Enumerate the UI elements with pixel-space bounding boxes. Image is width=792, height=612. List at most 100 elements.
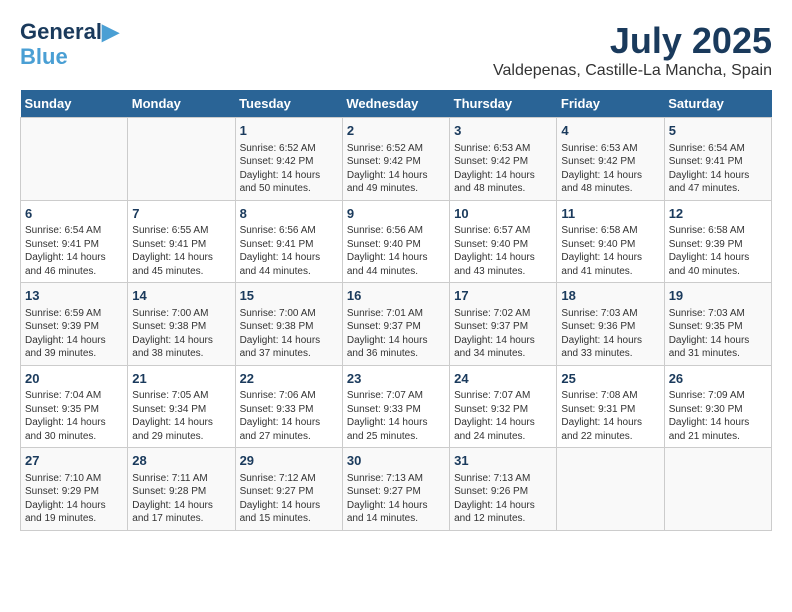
day-detail: Sunrise: 6:54 AM Sunset: 9:41 PM Dayligh… — [25, 224, 123, 278]
day-detail: Sunrise: 7:08 AM Sunset: 9:31 PM Dayligh… — [561, 389, 659, 443]
day-detail: Sunrise: 6:53 AM Sunset: 9:42 PM Dayligh… — [561, 142, 659, 196]
calendar-cell: 17 Sunrise: 7:02 AM Sunset: 9:37 PM Dayli… — [450, 283, 557, 366]
day-number: 29 — [240, 452, 338, 470]
col-header-sunday: Sunday — [21, 90, 128, 118]
calendar-cell: 4 Sunrise: 6:53 AM Sunset: 9:42 PM Daylig… — [557, 118, 664, 201]
calendar-cell: 19 Sunrise: 7:03 AM Sunset: 9:35 PM Dayli… — [664, 283, 771, 366]
day-number: 17 — [454, 287, 552, 305]
calendar-cell: 5 Sunrise: 6:54 AM Sunset: 9:41 PM Daylig… — [664, 118, 771, 201]
calendar-cell: 10Sunrise: 6:57 AM Sunset: 9:40 PM Dayli… — [450, 200, 557, 283]
calendar-cell: 29 Sunrise: 7:12 AM Sunset: 9:27 PM Dayli… — [235, 448, 342, 531]
day-number: 1 — [240, 122, 338, 140]
day-number: 20 — [25, 370, 123, 388]
day-detail: Sunrise: 7:03 AM Sunset: 9:35 PM Dayligh… — [669, 307, 767, 361]
day-detail: Sunrise: 7:11 AM Sunset: 9:28 PM Dayligh… — [132, 472, 230, 526]
calendar-cell: 27 Sunrise: 7:10 AM Sunset: 9:29 PM Dayli… — [21, 448, 128, 531]
day-number: 5 — [669, 122, 767, 140]
day-detail: Sunrise: 7:12 AM Sunset: 9:27 PM Dayligh… — [240, 472, 338, 526]
day-detail: Sunrise: 6:53 AM Sunset: 9:42 PM Dayligh… — [454, 142, 552, 196]
day-detail: Sunrise: 7:07 AM Sunset: 9:32 PM Dayligh… — [454, 389, 552, 443]
column-headers: SundayMondayTuesdayWednesdayThursdayFrid… — [21, 90, 772, 118]
day-detail: Sunrise: 7:10 AM Sunset: 9:29 PM Dayligh… — [25, 472, 123, 526]
day-number: 26 — [669, 370, 767, 388]
calendar-cell: 8Sunrise: 6:56 AM Sunset: 9:41 PM Daylig… — [235, 200, 342, 283]
week-row-1: 1 Sunrise: 6:52 AM Sunset: 9:42 PM Daylig… — [21, 118, 772, 201]
calendar-cell: 14Sunrise: 7:00 AM Sunset: 9:38 PM Dayli… — [128, 283, 235, 366]
calendar-cell: 20Sunrise: 7:04 AM Sunset: 9:35 PM Dayli… — [21, 365, 128, 448]
day-number: 24 — [454, 370, 552, 388]
day-number: 4 — [561, 122, 659, 140]
col-header-wednesday: Wednesday — [342, 90, 449, 118]
calendar-cell: 13Sunrise: 6:59 AM Sunset: 9:39 PM Dayli… — [21, 283, 128, 366]
calendar-cell: 31 Sunrise: 7:13 AM Sunset: 9:26 PM Dayli… — [450, 448, 557, 531]
day-detail: Sunrise: 7:04 AM Sunset: 9:35 PM Dayligh… — [25, 389, 123, 443]
day-detail: Sunrise: 7:06 AM Sunset: 9:33 PM Dayligh… — [240, 389, 338, 443]
day-detail: Sunrise: 6:55 AM Sunset: 9:41 PM Dayligh… — [132, 224, 230, 278]
col-header-saturday: Saturday — [664, 90, 771, 118]
calendar-cell: 26Sunrise: 7:09 AM Sunset: 9:30 PM Dayli… — [664, 365, 771, 448]
day-detail: Sunrise: 6:56 AM Sunset: 9:40 PM Dayligh… — [347, 224, 445, 278]
calendar-cell: 11Sunrise: 6:58 AM Sunset: 9:40 PM Dayli… — [557, 200, 664, 283]
day-number: 7 — [132, 205, 230, 223]
day-detail: Sunrise: 7:05 AM Sunset: 9:34 PM Dayligh… — [132, 389, 230, 443]
day-number: 9 — [347, 205, 445, 223]
day-detail: Sunrise: 6:58 AM Sunset: 9:40 PM Dayligh… — [561, 224, 659, 278]
calendar-cell: 12Sunrise: 6:58 AM Sunset: 9:39 PM Dayli… — [664, 200, 771, 283]
logo-text: General▶ — [20, 20, 119, 44]
day-detail: Sunrise: 6:56 AM Sunset: 9:41 PM Dayligh… — [240, 224, 338, 278]
calendar-table: SundayMondayTuesdayWednesdayThursdayFrid… — [20, 90, 772, 531]
calendar-cell: 30Sunrise: 7:13 AM Sunset: 9:27 PM Dayli… — [342, 448, 449, 531]
day-number: 14 — [132, 287, 230, 305]
day-detail: Sunrise: 7:03 AM Sunset: 9:36 PM Dayligh… — [561, 307, 659, 361]
calendar-cell: 21Sunrise: 7:05 AM Sunset: 9:34 PM Dayli… — [128, 365, 235, 448]
day-number: 6 — [25, 205, 123, 223]
logo: General▶ Blue — [20, 20, 119, 70]
calendar-cell: 6Sunrise: 6:54 AM Sunset: 9:41 PM Daylig… — [21, 200, 128, 283]
week-row-4: 20Sunrise: 7:04 AM Sunset: 9:35 PM Dayli… — [21, 365, 772, 448]
day-detail: Sunrise: 7:00 AM Sunset: 9:38 PM Dayligh… — [240, 307, 338, 361]
day-number: 12 — [669, 205, 767, 223]
calendar-cell: 16Sunrise: 7:01 AM Sunset: 9:37 PM Dayli… — [342, 283, 449, 366]
day-detail: Sunrise: 6:59 AM Sunset: 9:39 PM Dayligh… — [25, 307, 123, 361]
calendar-cell: 1 Sunrise: 6:52 AM Sunset: 9:42 PM Daylig… — [235, 118, 342, 201]
day-detail: Sunrise: 7:09 AM Sunset: 9:30 PM Dayligh… — [669, 389, 767, 443]
calendar-cell — [128, 118, 235, 201]
day-number: 21 — [132, 370, 230, 388]
calendar-cell: 7Sunrise: 6:55 AM Sunset: 9:41 PM Daylig… — [128, 200, 235, 283]
calendar-cell: 18Sunrise: 7:03 AM Sunset: 9:36 PM Dayli… — [557, 283, 664, 366]
col-header-tuesday: Tuesday — [235, 90, 342, 118]
calendar-cell: 2 Sunrise: 6:52 AM Sunset: 9:42 PM Daylig… — [342, 118, 449, 201]
day-number: 27 — [25, 452, 123, 470]
calendar-cell — [557, 448, 664, 531]
calendar-cell: 9Sunrise: 6:56 AM Sunset: 9:40 PM Daylig… — [342, 200, 449, 283]
main-title: July 2025 — [493, 20, 772, 62]
calendar-cell: 15Sunrise: 7:00 AM Sunset: 9:38 PM Dayli… — [235, 283, 342, 366]
calendar-body: 1 Sunrise: 6:52 AM Sunset: 9:42 PM Daylig… — [21, 118, 772, 531]
title-block: July 2025 Valdepenas, Castille-La Mancha… — [493, 20, 772, 80]
calendar-cell: 22Sunrise: 7:06 AM Sunset: 9:33 PM Dayli… — [235, 365, 342, 448]
day-number: 8 — [240, 205, 338, 223]
day-detail: Sunrise: 6:54 AM Sunset: 9:41 PM Dayligh… — [669, 142, 767, 196]
week-row-5: 27 Sunrise: 7:10 AM Sunset: 9:29 PM Dayli… — [21, 448, 772, 531]
calendar-cell — [664, 448, 771, 531]
calendar-cell: 28Sunrise: 7:11 AM Sunset: 9:28 PM Dayli… — [128, 448, 235, 531]
day-number: 2 — [347, 122, 445, 140]
day-detail: Sunrise: 6:57 AM Sunset: 9:40 PM Dayligh… — [454, 224, 552, 278]
logo-blue: Blue — [20, 44, 68, 70]
page-header: General▶ Blue July 2025 Valdepenas, Cast… — [20, 20, 772, 80]
day-number: 11 — [561, 205, 659, 223]
day-number: 3 — [454, 122, 552, 140]
day-detail: Sunrise: 7:13 AM Sunset: 9:26 PM Dayligh… — [454, 472, 552, 526]
day-number: 16 — [347, 287, 445, 305]
day-detail: Sunrise: 7:13 AM Sunset: 9:27 PM Dayligh… — [347, 472, 445, 526]
day-number: 19 — [669, 287, 767, 305]
day-detail: Sunrise: 6:52 AM Sunset: 9:42 PM Dayligh… — [240, 142, 338, 196]
day-number: 10 — [454, 205, 552, 223]
calendar-cell: 3 Sunrise: 6:53 AM Sunset: 9:42 PM Daylig… — [450, 118, 557, 201]
col-header-monday: Monday — [128, 90, 235, 118]
day-detail: Sunrise: 7:02 AM Sunset: 9:37 PM Dayligh… — [454, 307, 552, 361]
col-header-friday: Friday — [557, 90, 664, 118]
calendar-cell — [21, 118, 128, 201]
day-detail: Sunrise: 6:52 AM Sunset: 9:42 PM Dayligh… — [347, 142, 445, 196]
day-number: 31 — [454, 452, 552, 470]
